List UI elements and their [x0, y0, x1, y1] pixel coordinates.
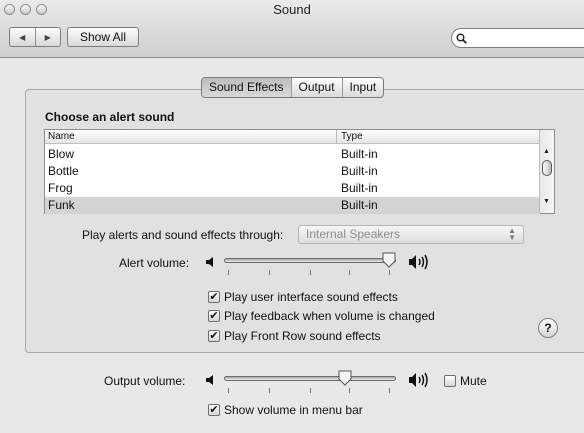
forward-button[interactable]: ▶	[34, 28, 61, 46]
sound-name: Frog	[48, 181, 73, 195]
scrollbar-thumb[interactable]	[542, 160, 552, 176]
alert-volume-label: Alert volume:	[119, 256, 190, 270]
volume-feedback-label: Play feedback when volume is changed	[224, 309, 435, 323]
volume-feedback-checkbox[interactable]: ✔ Play feedback when volume is changed	[208, 309, 435, 323]
back-button[interactable]: ◀	[10, 28, 35, 46]
sound-type: Built-in	[341, 147, 378, 161]
scroll-up-arrow-icon[interactable]: ▲	[543, 148, 550, 155]
show-all-button[interactable]: Show All	[67, 27, 139, 47]
back-arrow-icon: ◀	[19, 32, 26, 42]
checkbox-box[interactable]: ✔	[208, 404, 220, 416]
column-divider	[336, 130, 337, 144]
popup-arrows-icon: ▲ ▼	[508, 226, 516, 242]
list-header: Name Type	[45, 130, 540, 144]
sound-type: Built-in	[341, 181, 378, 195]
alert-sound-heading: Choose an alert sound	[45, 110, 175, 124]
list-item[interactable]: Bottle Built-in	[45, 163, 540, 180]
slider-tick	[228, 270, 229, 275]
mute-checkbox[interactable]: Mute	[444, 374, 487, 388]
help-button[interactable]: ?	[538, 318, 558, 338]
front-row-effects-checkbox[interactable]: ✔ Play Front Row sound effects	[208, 329, 381, 343]
show-volume-in-menu-checkbox[interactable]: ✔ Show volume in menu bar	[208, 403, 363, 417]
slider-tick	[269, 388, 270, 393]
back-forward-control: ◀ ▶	[9, 27, 61, 47]
list-scrollbar[interactable]: ▲ ▼	[539, 130, 554, 213]
tab-sound-effects[interactable]: Sound Effects	[202, 78, 291, 97]
tab-bar: Sound Effects Output Input	[201, 77, 385, 98]
search-icon	[456, 33, 467, 44]
sound-type: Built-in	[341, 198, 378, 212]
output-volume-label: Output volume:	[104, 374, 186, 388]
play-through-value: Internal Speakers	[306, 227, 401, 241]
mute-label: Mute	[460, 374, 487, 388]
output-volume-slider[interactable]	[224, 370, 406, 396]
output-volume-thumb[interactable]	[338, 370, 352, 386]
slider-tick	[389, 270, 390, 275]
alert-volume-thumb[interactable]	[382, 252, 396, 268]
speaker-high-icon	[409, 254, 428, 270]
slider-tick	[389, 388, 390, 393]
slider-tick	[349, 270, 350, 275]
tab-input[interactable]: Input	[341, 78, 384, 97]
slider-tick	[349, 388, 350, 393]
window-title: Sound	[273, 2, 311, 17]
column-header-name[interactable]: Name	[48, 131, 75, 142]
front-row-effects-label: Play Front Row sound effects	[224, 329, 381, 343]
speaker-low-icon	[206, 257, 213, 267]
alert-sound-list[interactable]: Name Type Blow Built-in Bottle Built-in …	[44, 129, 555, 214]
checkbox-box[interactable]: ✔	[208, 310, 220, 322]
alert-volume-track	[224, 258, 396, 263]
forward-arrow-icon: ▶	[44, 32, 51, 42]
search-field[interactable]	[451, 28, 584, 48]
play-through-popup[interactable]: Internal Speakers ▲ ▼	[298, 225, 524, 244]
sound-name: Bottle	[48, 164, 79, 178]
list-item[interactable]: Frog Built-in	[45, 180, 540, 197]
sound-type: Built-in	[341, 164, 378, 178]
toolbar: Sound ◀ ▶ Show All	[0, 0, 584, 58]
speaker-low-icon	[206, 375, 213, 385]
alert-volume-slider[interactable]	[224, 252, 406, 278]
list-item-selected[interactable]: Funk Built-in	[45, 197, 540, 214]
slider-tick	[310, 388, 311, 393]
tab-output[interactable]: Output	[290, 78, 342, 97]
list-item[interactable]: Blow Built-in	[45, 146, 540, 163]
play-through-label: Play alerts and sound effects through:	[82, 228, 284, 242]
output-volume-track	[224, 376, 396, 381]
column-header-type[interactable]: Type	[341, 131, 363, 142]
slider-tick	[269, 270, 270, 275]
slider-tick	[310, 270, 311, 275]
scroll-down-arrow-icon[interactable]: ▼	[543, 198, 550, 205]
sound-preferences-window: Sound ◀ ▶ Show All Sound Effects Output …	[0, 0, 584, 433]
search-input[interactable]	[467, 31, 567, 45]
sound-name: Blow	[48, 147, 75, 161]
ui-sound-effects-checkbox[interactable]: ✔ Play user interface sound effects	[208, 290, 398, 304]
slider-tick	[228, 388, 229, 393]
ui-sound-effects-label: Play user interface sound effects	[224, 290, 398, 304]
sound-name: Funk	[48, 198, 75, 212]
checkbox-box[interactable]: ✔	[208, 330, 220, 342]
checkbox-box[interactable]	[444, 375, 456, 387]
speaker-high-icon	[409, 372, 428, 388]
checkbox-box[interactable]: ✔	[208, 291, 220, 303]
show-volume-in-menu-label: Show volume in menu bar	[224, 403, 363, 417]
